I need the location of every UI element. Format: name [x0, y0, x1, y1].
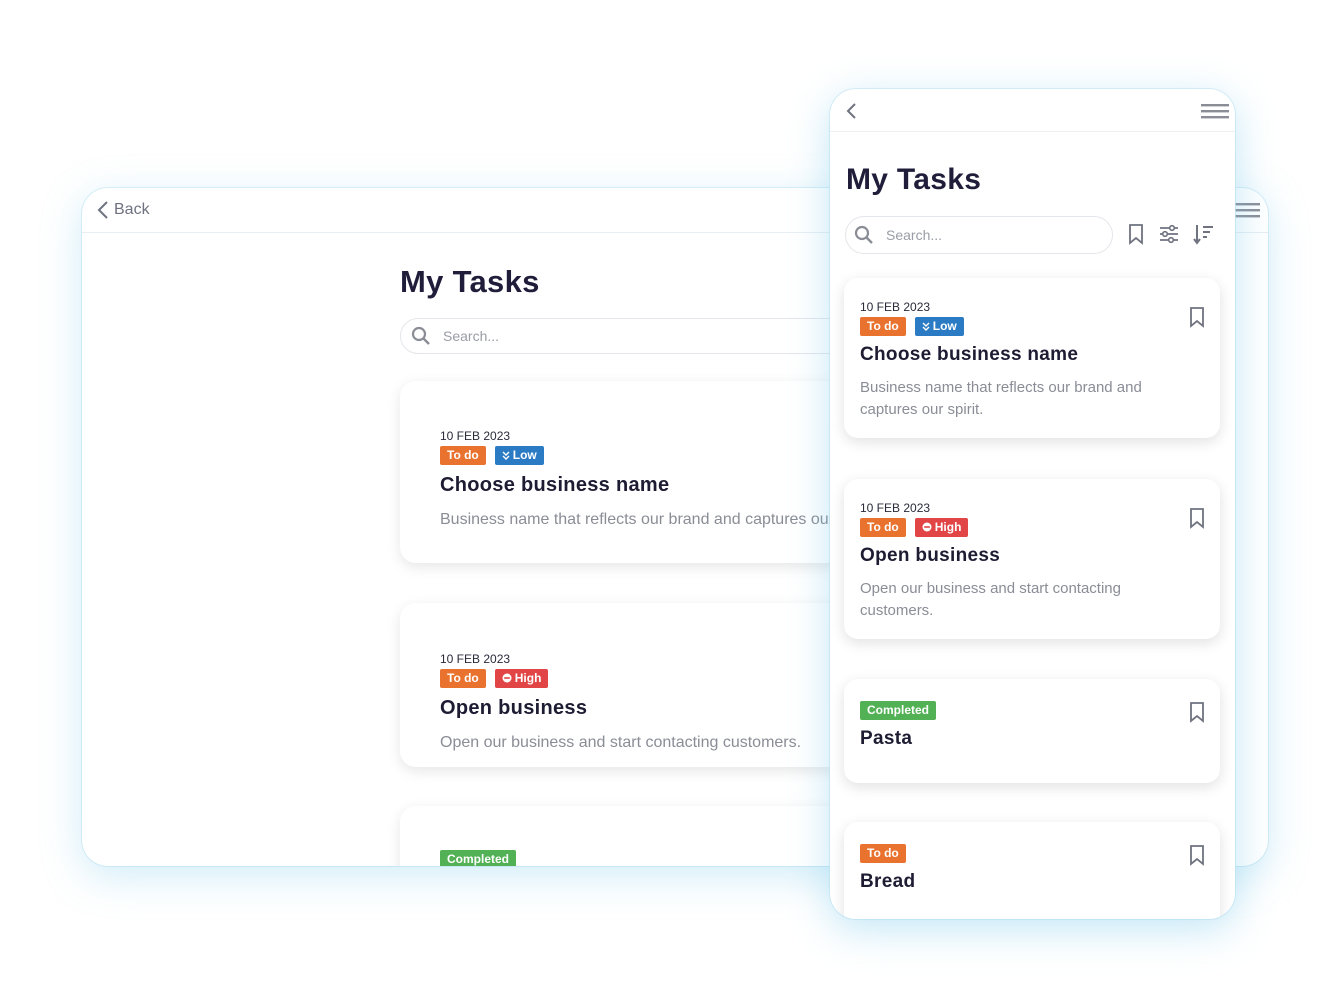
page-title: My Tasks — [400, 264, 540, 299]
task-title: Open business — [860, 545, 1001, 566]
minus-circle-icon — [502, 673, 512, 683]
task-date: 10 FEB 2023 — [860, 300, 931, 314]
chevron-left-icon[interactable] — [844, 101, 858, 121]
filter-sliders-icon[interactable] — [1157, 222, 1181, 246]
chevron-left-icon — [97, 201, 108, 219]
priority-label: High — [934, 520, 962, 534]
task-card[interactable]: To do Bread — [844, 822, 1220, 919]
status-badge: To do — [860, 844, 906, 863]
task-description: Open our business and start contacting c… — [860, 580, 1121, 619]
bookmark-icon[interactable] — [1188, 844, 1206, 866]
search-icon — [854, 225, 873, 244]
chevrons-down-icon — [922, 322, 930, 331]
priority-label: Low — [932, 319, 957, 333]
priority-badge: High — [494, 669, 549, 688]
priority-label: Low — [512, 448, 537, 462]
hamburger-menu-icon[interactable] — [1201, 101, 1229, 121]
priority-label: High — [514, 671, 542, 685]
status-badge: To do — [440, 446, 486, 465]
search-input[interactable] — [884, 226, 1088, 244]
page-title: My Tasks — [846, 163, 982, 196]
status-badge: Completed — [440, 850, 517, 866]
task-description: Business name that reflects our brand an… — [860, 379, 1142, 418]
task-card[interactable]: 10 FEB 2023 To do Low Choose business na… — [844, 278, 1220, 438]
search-input[interactable] — [441, 327, 845, 345]
bookmark-icon[interactable] — [1188, 507, 1206, 529]
status-badge: To do — [440, 669, 486, 688]
task-date: 10 FEB 2023 — [860, 501, 931, 515]
bookmark-icon[interactable] — [1188, 306, 1206, 328]
task-card[interactable]: 10 FEB 2023 To do High Open business Ope… — [844, 479, 1220, 639]
status-badge: To do — [860, 317, 906, 336]
priority-badge: Low — [494, 446, 544, 465]
phone-top-bar — [830, 89, 1235, 132]
bookmark-icon[interactable] — [1124, 222, 1148, 246]
task-title: Bread — [860, 871, 916, 892]
task-title: Pasta — [860, 728, 913, 749]
back-label: Back — [114, 201, 150, 218]
bookmark-icon[interactable] — [1188, 701, 1206, 723]
back-button[interactable]: Back — [96, 200, 150, 220]
status-badge: To do — [860, 518, 906, 537]
task-card[interactable]: Completed Pasta — [844, 679, 1220, 783]
chevrons-down-icon — [502, 451, 510, 460]
search-bar — [845, 216, 1113, 254]
minus-circle-icon — [922, 522, 932, 532]
sort-icon[interactable] — [1192, 222, 1216, 246]
phone-window: My Tasks 10 FEB 2023 To do Low Choose bu… — [830, 89, 1235, 919]
hamburger-menu-icon[interactable] — [1234, 200, 1260, 220]
task-title: Choose business name — [860, 344, 1079, 365]
search-icon — [411, 326, 430, 345]
priority-badge: Low — [914, 317, 964, 336]
priority-badge: High — [914, 518, 969, 537]
status-badge: Completed — [860, 701, 937, 720]
